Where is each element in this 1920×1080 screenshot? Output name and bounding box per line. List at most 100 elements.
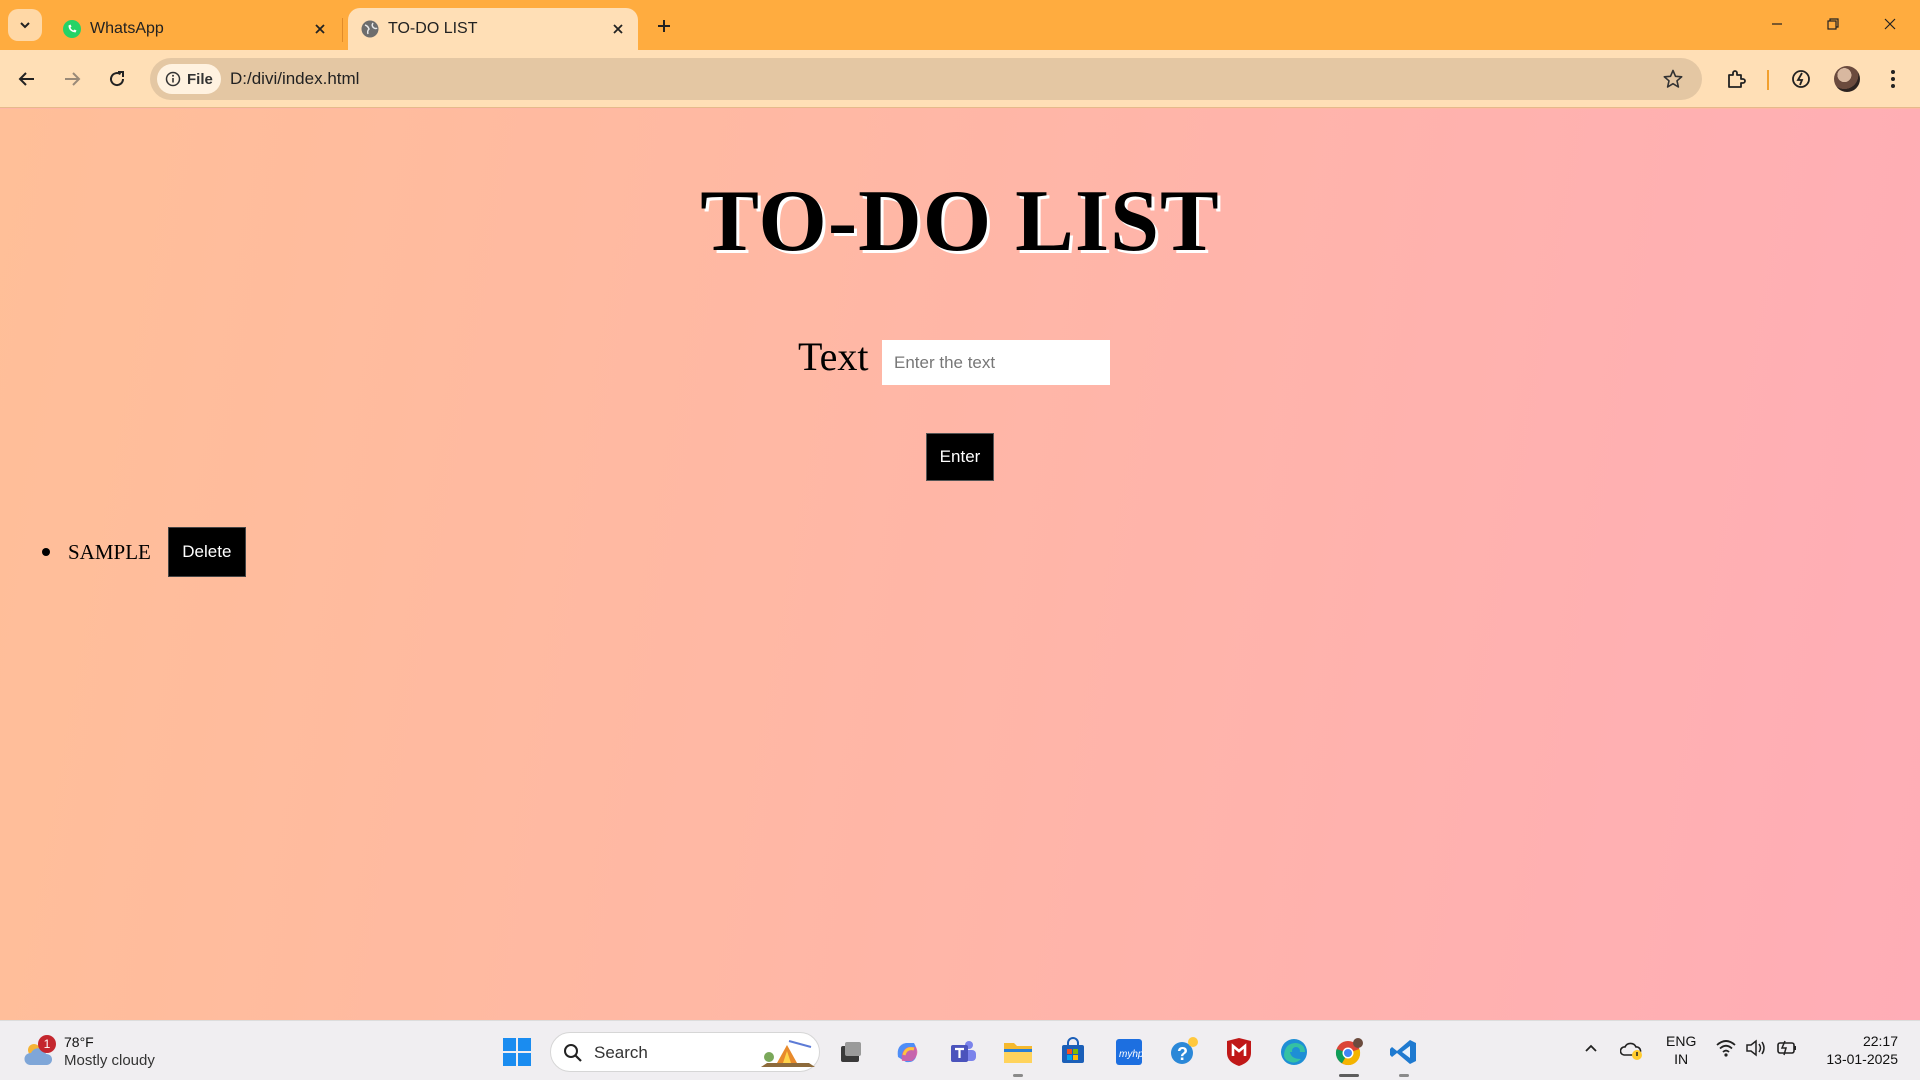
system-clock[interactable]: 22:17 13-01-2025	[1818, 1032, 1898, 1068]
clock-date: 13-01-2025	[1826, 1051, 1898, 1067]
running-indicator	[1399, 1074, 1409, 1077]
todo-list: SAMPLE Delete	[40, 527, 246, 577]
notification-badge: 1	[38, 1035, 56, 1053]
taskbar: 1 78°F Mostly cloudy Search myhp ? ENG I…	[0, 1020, 1920, 1080]
more-vertical-icon	[1891, 70, 1895, 88]
new-tab-button[interactable]	[650, 12, 678, 40]
address-bar[interactable]: File D:/divi/index.html	[150, 58, 1702, 100]
close-window-button[interactable]	[1867, 6, 1913, 42]
reload-icon	[110, 71, 125, 87]
taskbar-app-vscode[interactable]	[1385, 1033, 1423, 1077]
taskbar-app-edge[interactable]	[1275, 1033, 1313, 1071]
taskbar-search[interactable]: Search	[550, 1032, 820, 1072]
puzzle-icon	[1728, 70, 1746, 88]
taskbar-app-copilot[interactable]	[888, 1033, 926, 1071]
minimize-button[interactable]	[1754, 6, 1800, 42]
menu-button[interactable]	[1877, 63, 1909, 95]
taskbar-app-chrome[interactable]	[1330, 1033, 1368, 1077]
tab-title: WhatsApp	[90, 20, 164, 37]
weather-temperature: 78°F	[64, 1034, 94, 1050]
restore-icon	[1827, 18, 1839, 30]
start-button[interactable]	[502, 1037, 532, 1072]
clock-time: 22:17	[1862, 1033, 1898, 1049]
copilot-icon	[897, 1043, 918, 1063]
windows-icon	[503, 1038, 531, 1066]
wifi-status[interactable]	[1715, 1039, 1737, 1062]
globe-icon	[361, 20, 379, 38]
site-info-label: File	[187, 70, 213, 88]
taskbar-app-teams[interactable]	[944, 1033, 982, 1071]
plus-icon	[658, 20, 670, 32]
tray-overflow-button[interactable]	[1582, 1039, 1600, 1062]
close-icon	[1884, 18, 1896, 30]
close-icon[interactable]	[610, 21, 626, 37]
performance-button[interactable]	[1785, 63, 1817, 95]
arrow-left-icon	[18, 72, 34, 86]
chevron-down-icon	[20, 22, 30, 29]
tab-search-button[interactable]	[8, 9, 42, 41]
running-indicator	[1013, 1074, 1023, 1077]
edge-icon	[1281, 1039, 1307, 1065]
vscode-icon	[1390, 1040, 1416, 1064]
text-label: Text	[798, 334, 869, 379]
url-text[interactable]: D:/divi/index.html	[230, 69, 359, 89]
taskbar-app-mcafee[interactable]	[1220, 1033, 1258, 1071]
taskbar-app-file-explorer[interactable]	[999, 1033, 1037, 1077]
forward-button[interactable]	[56, 63, 88, 95]
search-icon	[564, 1044, 582, 1062]
profile-avatar[interactable]	[1834, 66, 1860, 92]
chrome-icon	[1335, 1038, 1363, 1066]
svg-text:myhp: myhp	[1119, 1049, 1144, 1060]
language-code: ENG	[1666, 1033, 1697, 1049]
weather-widget[interactable]: 1 78°F Mostly cloudy	[22, 1031, 172, 1073]
speedometer-icon	[1792, 70, 1810, 88]
toolbar-divider	[1767, 70, 1769, 90]
battery-charging-icon	[1777, 1040, 1796, 1056]
volume-status[interactable]	[1745, 1039, 1767, 1062]
todo-text-input[interactable]	[882, 340, 1110, 385]
bullet	[42, 548, 50, 556]
tab-whatsapp[interactable]: WhatsApp	[50, 8, 340, 50]
cloud-sync-warning-icon	[1619, 1042, 1642, 1060]
extensions-button[interactable]	[1720, 63, 1752, 95]
volume-icon	[1746, 1039, 1765, 1057]
running-indicator	[1339, 1074, 1359, 1077]
close-icon[interactable]	[312, 21, 328, 37]
tab-title: TO-DO LIST	[388, 20, 478, 37]
star-icon[interactable]	[1662, 68, 1684, 90]
whatsapp-icon	[63, 20, 81, 38]
restore-button[interactable]	[1810, 6, 1856, 42]
minimize-icon	[1772, 23, 1782, 25]
tab-divider	[342, 18, 343, 42]
language-indicator[interactable]: ENG IN	[1666, 1032, 1696, 1068]
tab-todo-list[interactable]: TO-DO LIST	[348, 8, 638, 50]
store-icon	[1062, 1037, 1084, 1063]
site-info-chip[interactable]: File	[157, 64, 221, 94]
browser-toolbar: File D:/divi/index.html	[0, 50, 1920, 108]
page-viewport: TO-DO LIST Text Enter SAMPLE Delete	[0, 109, 1920, 1020]
myhp-icon: myhp	[1116, 1039, 1144, 1065]
taskbar-app-microsoft-store[interactable]	[1054, 1033, 1092, 1071]
taskbar-app-get-help[interactable]: ?	[1165, 1033, 1203, 1071]
folder-icon	[1004, 1043, 1032, 1063]
campfire-highlight-icon	[761, 1040, 815, 1067]
taskbar-app-myhp[interactable]: myhp	[1110, 1033, 1148, 1071]
delete-button[interactable]: Delete	[167, 527, 246, 577]
svg-text:?: ?	[1177, 1044, 1188, 1064]
battery-status[interactable]	[1775, 1039, 1799, 1062]
task-view-icon	[841, 1042, 861, 1062]
taskbar-app-task-view[interactable]	[832, 1033, 870, 1071]
onedrive-sync-status[interactable]	[1619, 1039, 1644, 1066]
mcafee-shield-icon	[1227, 1038, 1251, 1066]
chevron-up-icon	[1585, 1044, 1597, 1052]
back-button[interactable]	[11, 63, 43, 95]
list-item: SAMPLE Delete	[40, 527, 246, 577]
enter-button[interactable]: Enter	[926, 433, 994, 481]
info-icon	[165, 71, 181, 87]
reload-button[interactable]	[101, 63, 133, 95]
wifi-icon	[1716, 1040, 1736, 1057]
language-region: IN	[1674, 1051, 1689, 1067]
teams-icon	[951, 1041, 976, 1062]
arrow-right-icon	[65, 72, 81, 86]
page-title: TO-DO LIST	[700, 173, 1220, 270]
